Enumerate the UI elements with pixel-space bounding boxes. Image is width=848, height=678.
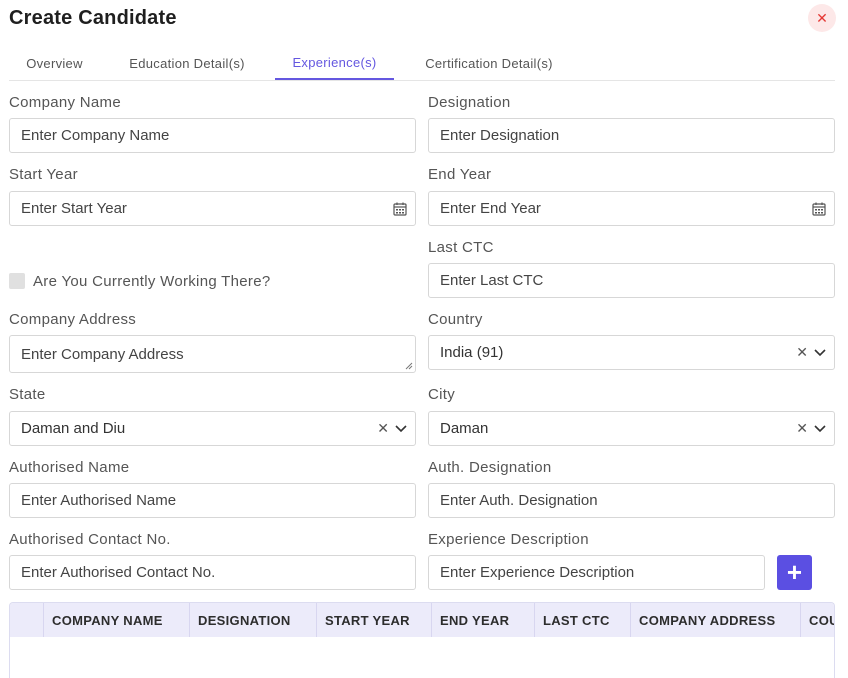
last-ctc-input[interactable]: Enter Last CTC — [428, 263, 835, 298]
currently-working-label: Are You Currently Working There? — [33, 273, 271, 290]
experience-description-label: Experience Description — [428, 531, 589, 548]
plus-icon: + — [786, 557, 803, 587]
resize-handle-icon[interactable] — [405, 362, 413, 370]
tab-bar: Overview Education Detail(s) Experience(… — [9, 46, 835, 81]
last-ctc-placeholder: Enter Last CTC — [440, 272, 544, 289]
country-label: Country — [428, 311, 483, 328]
column-last-ctc[interactable]: LAST CTC — [535, 603, 631, 637]
chevron-down-icon[interactable] — [814, 424, 826, 433]
column-company-address[interactable]: COMPANY ADDRESS — [631, 603, 801, 637]
column-end-year[interactable]: END YEAR — [432, 603, 535, 637]
start-year-placeholder: Enter Start Year — [21, 200, 127, 217]
company-name-input[interactable]: Enter Company Name — [9, 118, 416, 153]
currently-working-checkbox[interactable] — [9, 273, 25, 289]
table-header: COMPANY NAME DESIGNATION START YEAR END … — [10, 603, 834, 637]
tab-education-details[interactable]: Education Detail(s) — [113, 46, 261, 80]
tab-certification-details[interactable]: Certification Detail(s) — [407, 46, 571, 80]
designation-label: Designation — [428, 94, 511, 111]
authorised-contact-label: Authorised Contact No. — [9, 531, 171, 548]
clear-icon[interactable]: ✕ — [377, 420, 389, 437]
company-address-label: Company Address — [9, 311, 137, 328]
add-experience-button[interactable]: + — [777, 555, 812, 590]
auth-designation-placeholder: Enter Auth. Designation — [440, 492, 598, 509]
authorised-name-input[interactable]: Enter Authorised Name — [9, 483, 416, 518]
company-name-label: Company Name — [9, 94, 121, 111]
auth-designation-input[interactable]: Enter Auth. Designation — [428, 483, 835, 518]
column-designation[interactable]: DESIGNATION — [190, 603, 317, 637]
start-year-label: Start Year — [9, 166, 78, 183]
end-year-label: End Year — [428, 166, 492, 183]
state-label: State — [9, 386, 46, 403]
city-label: City — [428, 386, 456, 403]
chevron-down-icon[interactable] — [814, 348, 826, 357]
modal-title: Create Candidate — [9, 7, 177, 29]
authorised-name-label: Authorised Name — [9, 459, 130, 476]
authorised-contact-placeholder: Enter Authorised Contact No. — [21, 564, 216, 581]
designation-placeholder: Enter Designation — [440, 127, 560, 144]
auth-designation-label: Auth. Designation — [428, 459, 552, 476]
city-select[interactable]: Daman ✕ — [428, 411, 835, 446]
end-year-input[interactable]: Enter End Year — [428, 191, 835, 226]
table-header-select — [10, 603, 44, 637]
calendar-icon[interactable] — [812, 202, 826, 216]
experience-table: COMPANY NAME DESIGNATION START YEAR END … — [9, 602, 835, 678]
last-ctc-label: Last CTC — [428, 239, 494, 256]
state-select[interactable]: Daman and Diu ✕ — [9, 411, 416, 446]
column-country[interactable]: COU — [801, 603, 834, 637]
calendar-icon[interactable] — [393, 202, 407, 216]
state-value: Daman and Diu — [21, 420, 126, 437]
clear-icon[interactable]: ✕ — [796, 344, 808, 361]
end-year-placeholder: Enter End Year — [440, 200, 541, 217]
company-address-placeholder: Enter Company Address — [21, 345, 184, 363]
country-value: India (91) — [440, 344, 504, 361]
company-address-textarea[interactable]: Enter Company Address — [9, 335, 416, 373]
experience-description-placeholder: Enter Experience Description — [440, 564, 635, 581]
city-value: Daman — [440, 420, 489, 437]
column-start-year[interactable]: START YEAR — [317, 603, 432, 637]
close-icon: ✕ — [816, 9, 828, 26]
tab-experiences[interactable]: Experience(s) — [275, 46, 394, 80]
close-button[interactable]: ✕ — [808, 4, 836, 32]
designation-input[interactable]: Enter Designation — [428, 118, 835, 153]
chevron-down-icon[interactable] — [395, 424, 407, 433]
country-select[interactable]: India (91) ✕ — [428, 335, 835, 370]
authorised-name-placeholder: Enter Authorised Name — [21, 492, 177, 509]
experience-description-input[interactable]: Enter Experience Description — [428, 555, 765, 590]
start-year-input[interactable]: Enter Start Year — [9, 191, 416, 226]
column-company-name[interactable]: COMPANY NAME — [44, 603, 190, 637]
company-name-placeholder: Enter Company Name — [21, 127, 170, 144]
tab-overview[interactable]: Overview — [9, 46, 100, 80]
clear-icon[interactable]: ✕ — [796, 420, 808, 437]
authorised-contact-input[interactable]: Enter Authorised Contact No. — [9, 555, 416, 590]
